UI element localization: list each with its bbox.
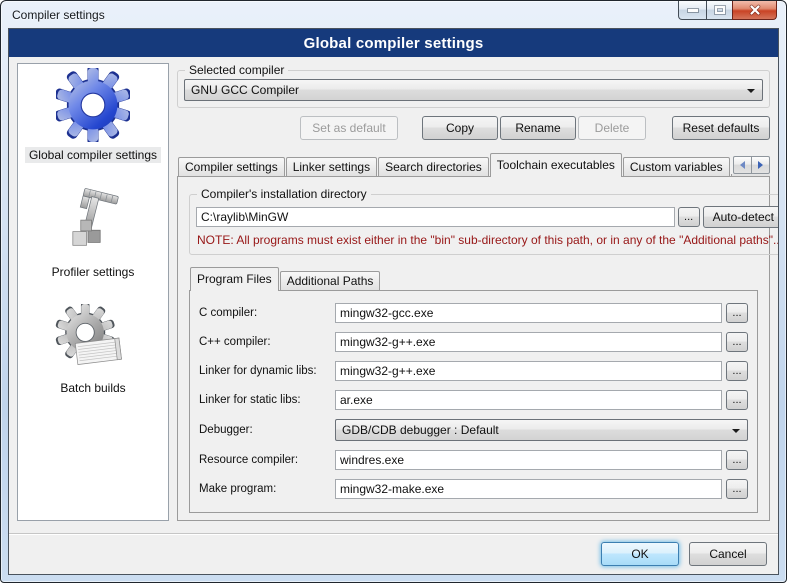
sidebar-item-global-compiler-settings[interactable]: Global compiler settings <box>25 68 161 163</box>
arrow-right-icon <box>758 161 763 169</box>
settings-sidebar: Global compiler settings <box>17 63 169 521</box>
static-linker-input[interactable] <box>335 390 722 410</box>
set-as-default-button[interactable]: Set as default <box>300 116 398 140</box>
field-label: Linker for static libs: <box>199 394 335 406</box>
maximize-button[interactable] <box>706 1 733 20</box>
sidebar-item-label: Batch builds <box>56 380 129 396</box>
tab-scroll-arrows <box>731 156 770 174</box>
delete-button[interactable]: Delete <box>578 116 646 140</box>
bin-subdirectory-note: NOTE: All programs must exist either in … <box>197 233 779 247</box>
sidebar-item-profiler-settings[interactable]: Profiler settings <box>48 187 139 280</box>
field-label: Make program: <box>199 483 335 495</box>
window-title: Compiler settings <box>12 8 105 22</box>
tab-compiler-settings[interactable]: Compiler settings <box>178 157 285 177</box>
tab-program-files[interactable]: Program Files <box>190 267 279 291</box>
field-label: C++ compiler: <box>199 336 335 348</box>
caliper-icon <box>57 187 129 259</box>
tab-scroll-left-button[interactable] <box>733 156 752 174</box>
program-files-panel: C compiler: ... C++ compiler: ... Linker… <box>189 290 758 513</box>
ok-button[interactable]: OK <box>601 542 679 566</box>
field-row-make-program: Make program: ... <box>199 479 748 499</box>
dialog-footer: OK Cancel <box>9 533 778 574</box>
debugger-select[interactable]: GDB/CDB debugger : Default <box>335 419 748 441</box>
page-title: Global compiler settings <box>304 35 484 52</box>
installation-directory-row: ... Auto-detect <box>196 206 779 228</box>
sidebar-item-label: Global compiler settings <box>25 147 161 163</box>
dialog-content: Global compiler settings <box>9 57 778 533</box>
installation-directory-group-label: Compiler's installation directory <box>197 187 371 201</box>
sidebar-item-label: Profiler settings <box>48 264 139 280</box>
field-row-static-linker: Linker for static libs: ... <box>199 390 748 410</box>
cancel-button[interactable]: Cancel <box>689 542 767 566</box>
field-label: C compiler: <box>199 307 335 319</box>
dialog-header: Global compiler settings <box>9 29 778 57</box>
close-button[interactable] <box>732 1 777 20</box>
arrow-left-icon <box>740 161 745 169</box>
minimize-button[interactable] <box>678 1 707 20</box>
tab-toolchain-executables[interactable]: Toolchain executables <box>490 153 622 177</box>
browse-directory-button[interactable]: ... <box>678 207 700 227</box>
auto-detect-button[interactable]: Auto-detect <box>703 206 779 228</box>
browse-resource-compiler-button[interactable]: ... <box>726 450 748 470</box>
gear-stack-icon <box>54 304 132 375</box>
blue-gear-icon <box>56 68 130 142</box>
browse-c-compiler-button[interactable]: ... <box>726 303 748 323</box>
chevron-down-icon <box>732 429 740 433</box>
dialog-client-area: Global compiler settings Global compiler… <box>8 28 779 575</box>
reset-defaults-button[interactable]: Reset defaults <box>672 116 770 140</box>
field-row-dynamic-linker: Linker for dynamic libs: ... <box>199 361 748 381</box>
window-controls <box>679 1 777 20</box>
tab-search-directories[interactable]: Search directories <box>378 157 489 177</box>
compiler-select-value: GNU GCC Compiler <box>191 83 299 97</box>
browse-cpp-compiler-button[interactable]: ... <box>726 332 748 352</box>
debugger-select-value: GDB/CDB debugger : Default <box>342 423 499 437</box>
sidebar-item-batch-builds[interactable]: Batch builds <box>54 304 132 396</box>
make-program-input[interactable] <box>335 479 722 499</box>
program-files-tabbar: Program Files Additional Paths <box>189 266 758 291</box>
compiler-select[interactable]: GNU GCC Compiler <box>184 79 763 101</box>
maximize-icon <box>715 6 725 14</box>
selected-compiler-group: Selected compiler GNU GCC Compiler <box>177 63 770 108</box>
field-row-debugger: Debugger: GDB/CDB debugger : Default <box>199 419 748 441</box>
browse-dynamic-linker-button[interactable]: ... <box>726 361 748 381</box>
tab-scroll-right-button[interactable] <box>751 156 770 174</box>
selected-compiler-group-label: Selected compiler <box>185 63 288 77</box>
c-compiler-input[interactable] <box>335 303 722 323</box>
main-panel: Selected compiler GNU GCC Compiler Set a… <box>177 63 770 521</box>
installation-directory-group: Compiler's installation directory ... Au… <box>189 187 779 255</box>
compiler-actions: Set as default Copy Rename Delete Reset … <box>177 116 770 140</box>
toolchain-executables-panel: Compiler's installation directory ... Au… <box>177 176 770 521</box>
installation-directory-input[interactable] <box>196 207 675 227</box>
copy-button[interactable]: Copy <box>422 116 498 140</box>
dynamic-linker-input[interactable] <box>335 361 722 381</box>
tab-additional-paths[interactable]: Additional Paths <box>280 271 381 291</box>
field-label: Resource compiler: <box>199 454 335 466</box>
tab-linker-settings[interactable]: Linker settings <box>286 157 377 177</box>
title-bar[interactable]: Compiler settings <box>1 1 786 28</box>
minimize-icon <box>688 9 698 12</box>
compiler-settings-window: Compiler settings Global compiler settin… <box>0 0 787 583</box>
resource-compiler-input[interactable] <box>335 450 722 470</box>
field-row-resource-compiler: Resource compiler: ... <box>199 450 748 470</box>
field-label: Debugger: <box>199 424 335 436</box>
field-row-c-compiler: C compiler: ... <box>199 303 748 323</box>
close-icon <box>749 4 761 16</box>
field-row-cpp-compiler: C++ compiler: ... <box>199 332 748 352</box>
cpp-compiler-input[interactable] <box>335 332 722 352</box>
settings-tabbar: Compiler settings Linker settings Search… <box>177 152 770 177</box>
browse-static-linker-button[interactable]: ... <box>726 390 748 410</box>
chevron-down-icon <box>747 89 755 93</box>
browse-make-program-button[interactable]: ... <box>726 479 748 499</box>
field-label: Linker for dynamic libs: <box>199 365 335 377</box>
rename-button[interactable]: Rename <box>500 116 576 140</box>
tab-custom-variables[interactable]: Custom variables <box>623 157 730 177</box>
